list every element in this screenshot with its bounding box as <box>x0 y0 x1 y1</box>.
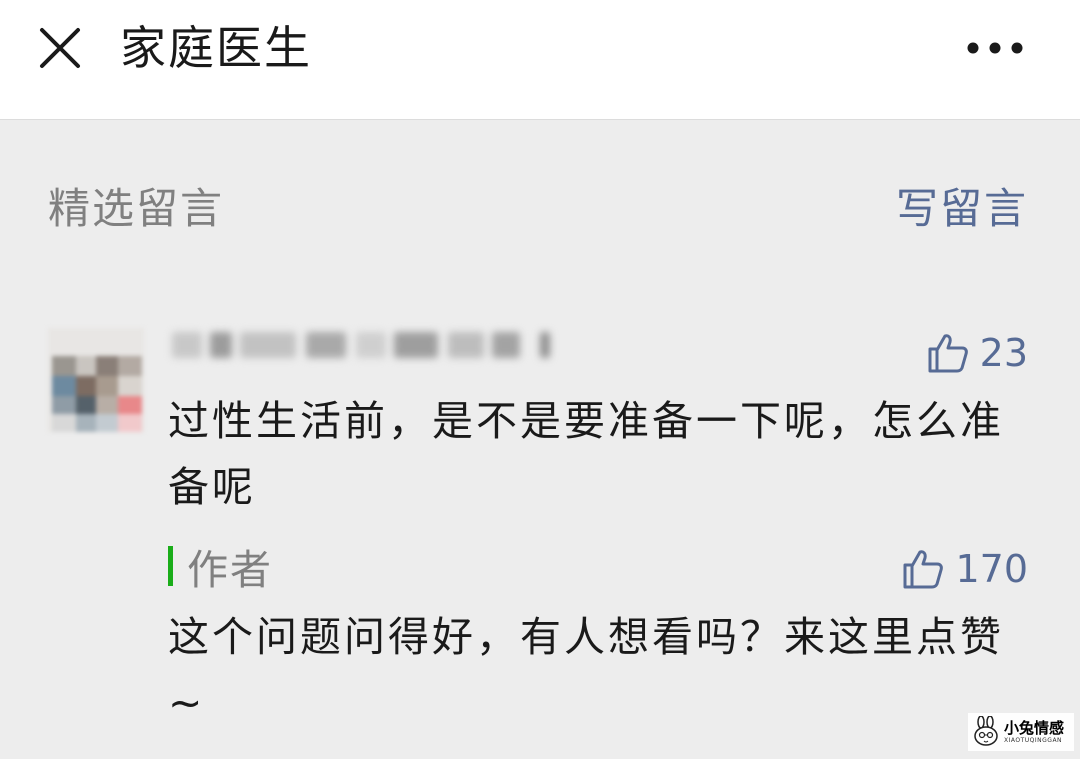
close-icon[interactable] <box>38 26 82 70</box>
avatar[interactable] <box>48 328 144 432</box>
author-accent-bar <box>168 546 173 586</box>
page-title: 家庭医生 <box>120 21 312 75</box>
thumbs-up-icon <box>903 550 944 589</box>
author-reply-text: 这个问题问得好，有人想看吗？来这里点赞~ <box>168 613 1004 727</box>
thumbs-up-icon <box>928 334 968 373</box>
author-label-text: 作者 <box>187 546 273 594</box>
rabbit-logo-icon <box>974 716 998 746</box>
author-reply-label: 作者 <box>168 540 273 594</box>
comment-like-count: 23 <box>979 331 1028 375</box>
watermark: 小兔情感 XIAOTUQINGGAN <box>968 713 1074 751</box>
featured-comments-title: 精选留言 <box>48 184 225 233</box>
more-icon[interactable] <box>966 40 1024 56</box>
reply-like-button[interactable]: 170 <box>901 546 1028 592</box>
comment-text: 过性生活前，是不是要准备一下呢，怎么准备呢 <box>168 397 1004 511</box>
comment-like-button[interactable]: 23 <box>926 330 1028 376</box>
reply-like-count: 170 <box>955 547 1028 591</box>
watermark-main-text: 小兔情感 <box>1004 718 1065 737</box>
write-comment-link[interactable]: 写留言 <box>896 184 1028 234</box>
watermark-sub-text: XIAOTUQINGGAN <box>1004 736 1063 744</box>
username-blurred <box>166 322 558 370</box>
top-bar: 家庭医生 <box>0 0 1080 120</box>
